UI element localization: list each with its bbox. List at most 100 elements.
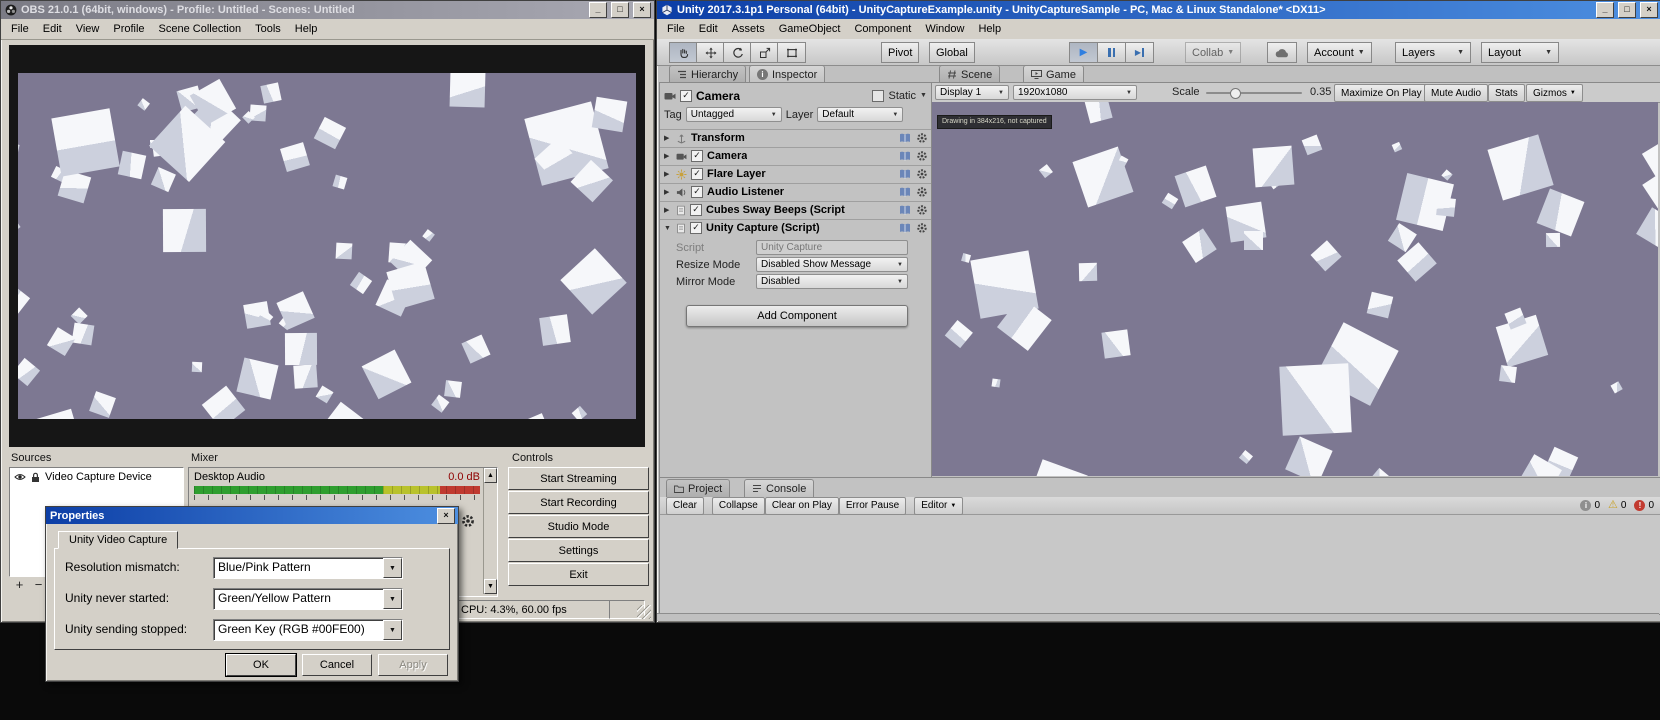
help-book-icon[interactable] xyxy=(899,169,911,179)
warning-count[interactable]: ⚠0 xyxy=(1608,500,1626,511)
start-streaming-button[interactable]: Start Streaming xyxy=(508,467,649,490)
resize-grip[interactable] xyxy=(637,605,651,619)
component-enabled-checkbox[interactable]: ✓ xyxy=(691,150,703,162)
rotate-tool-button[interactable] xyxy=(723,42,752,63)
stats-toggle[interactable]: Stats xyxy=(1488,84,1525,102)
obs-menu-profile[interactable]: Profile xyxy=(106,21,151,37)
obs-menu-view[interactable]: View xyxy=(69,21,107,37)
help-book-icon[interactable] xyxy=(899,187,911,197)
enabled-checkbox[interactable]: ✓ xyxy=(680,90,692,102)
foldout-icon[interactable]: ▶ xyxy=(664,188,672,196)
obs-minimize-button[interactable]: _ xyxy=(589,2,607,18)
component-gear-icon[interactable] xyxy=(916,186,928,198)
error-pause-toggle[interactable]: Error Pause xyxy=(839,497,906,515)
combo-arrow-icon[interactable]: ▼ xyxy=(383,558,402,578)
tab-game[interactable]: Game xyxy=(1023,65,1084,83)
hand-tool-button[interactable] xyxy=(669,42,698,63)
dialog-close-button[interactable]: × xyxy=(437,508,455,524)
cloud-services-button[interactable] xyxy=(1267,42,1297,63)
layers-dropdown[interactable]: Layers▼ xyxy=(1395,42,1471,63)
obs-menu-file[interactable]: File xyxy=(4,21,36,37)
component-enabled-checkbox[interactable]: ✓ xyxy=(691,168,703,180)
clear-on-play-toggle[interactable]: Clear on Play xyxy=(765,497,839,515)
gizmos-dropdown[interactable]: Gizmos▼ xyxy=(1526,84,1583,102)
apply-button[interactable]: Apply xyxy=(378,654,448,676)
component-row-transform[interactable]: ▶ Transform xyxy=(660,129,932,146)
studio-mode-button[interactable]: Studio Mode xyxy=(508,515,649,538)
error-count[interactable]: !0 xyxy=(1634,500,1654,511)
add-source-button[interactable]: + xyxy=(11,577,28,592)
editor-dropdown[interactable]: Editor▼ xyxy=(914,497,963,515)
scroll-up-icon[interactable]: ▲ xyxy=(484,468,497,483)
component-row-unity-capture[interactable]: ▼ ✓ Unity Capture (Script) xyxy=(660,219,932,236)
account-dropdown[interactable]: Account▼ xyxy=(1307,42,1372,63)
component-gear-icon[interactable] xyxy=(916,204,928,216)
component-enabled-checkbox[interactable]: ✓ xyxy=(691,186,703,198)
static-checkbox[interactable] xyxy=(872,90,884,102)
foldout-icon[interactable]: ▶ xyxy=(664,170,672,178)
step-button[interactable]: ▶ xyxy=(1125,42,1154,63)
object-name-field[interactable]: Camera xyxy=(696,89,740,103)
tab-hierarchy[interactable]: Hierarchy xyxy=(669,65,746,83)
unity-menu-assets[interactable]: Assets xyxy=(725,21,772,37)
game-viewport[interactable]: Drawing in 384x216, not captured xyxy=(932,102,1658,476)
scale-slider[interactable] xyxy=(1206,83,1302,102)
unity-menu-gameobject[interactable]: GameObject xyxy=(772,21,848,37)
unity-menu-window[interactable]: Window xyxy=(918,21,971,37)
component-row-audio-listener[interactable]: ▶ ✓ Audio Listener xyxy=(660,183,932,200)
scale-tool-button[interactable] xyxy=(750,42,779,63)
exit-button[interactable]: Exit xyxy=(508,563,649,586)
visibility-eye-icon[interactable] xyxy=(14,472,26,482)
unity-minimize-button[interactable]: _ xyxy=(1596,2,1614,18)
unity-maximize-button[interactable]: □ xyxy=(1618,2,1636,18)
help-book-icon[interactable] xyxy=(899,151,911,161)
component-enabled-checkbox[interactable]: ✓ xyxy=(690,222,702,234)
component-row-cubes-sway-beeps[interactable]: ▶ ✓ Cubes Sway Beeps (Script xyxy=(660,201,932,218)
obs-titlebar[interactable]: OBS 21.0.1 (64bit, windows) - Profile: U… xyxy=(1,1,654,19)
pause-button[interactable] xyxy=(1097,42,1126,63)
info-count[interactable]: i0 xyxy=(1580,500,1600,511)
component-row-camera[interactable]: ▶ ✓ Camera xyxy=(660,147,932,164)
combo-arrow-icon[interactable]: ▼ xyxy=(383,620,402,640)
obs-menu-scene-collection[interactable]: Scene Collection xyxy=(152,21,249,37)
unity-menu-component[interactable]: Component xyxy=(847,21,918,37)
collapse-toggle[interactable]: Collapse xyxy=(712,497,765,515)
component-row-flare-layer[interactable]: ▶ ✓ Flare Layer xyxy=(660,165,932,182)
obs-maximize-button[interactable]: □ xyxy=(611,2,629,18)
help-book-icon[interactable] xyxy=(899,205,911,215)
component-gear-icon[interactable] xyxy=(916,150,928,162)
component-gear-icon[interactable] xyxy=(916,168,928,180)
foldout-icon[interactable]: ▶ xyxy=(664,152,672,160)
rect-tool-button[interactable] xyxy=(777,42,806,63)
component-gear-icon[interactable] xyxy=(916,132,928,144)
scroll-down-icon[interactable]: ▼ xyxy=(484,579,497,594)
script-object-field[interactable]: Unity Capture xyxy=(756,240,908,255)
obs-preview-scene[interactable] xyxy=(18,73,636,419)
pivot-toggle[interactable]: Pivot xyxy=(881,42,919,63)
layer-dropdown[interactable]: Default▼ xyxy=(817,107,903,122)
foldout-open-icon[interactable]: ▼ xyxy=(664,225,672,232)
scale-slider-handle[interactable] xyxy=(1230,88,1241,99)
global-toggle[interactable]: Global xyxy=(929,42,975,63)
start-recording-button[interactable]: Start Recording xyxy=(508,491,649,514)
play-button[interactable]: ▶ xyxy=(1069,42,1098,63)
unity-titlebar[interactable]: Unity 2017.3.1p1 Personal (64bit) - Unit… xyxy=(657,1,1660,19)
foldout-icon[interactable]: ▶ xyxy=(664,206,672,214)
mute-audio-toggle[interactable]: Mute Audio xyxy=(1424,84,1488,102)
move-tool-button[interactable] xyxy=(696,42,725,63)
static-dropdown-arrow[interactable]: ▼ xyxy=(920,92,928,99)
layout-dropdown[interactable]: Layout▼ xyxy=(1481,42,1559,63)
foldout-icon[interactable]: ▶ xyxy=(664,134,672,142)
mixer-gear-icon[interactable] xyxy=(461,514,475,528)
component-enabled-checkbox[interactable]: ✓ xyxy=(690,204,702,216)
obs-menu-edit[interactable]: Edit xyxy=(36,21,69,37)
unity-menu-help[interactable]: Help xyxy=(971,21,1008,37)
resolution-dropdown[interactable]: 1920x1080▼ xyxy=(1013,85,1137,100)
component-gear-icon[interactable] xyxy=(916,222,928,234)
tab-console[interactable]: Console xyxy=(744,479,814,497)
display-dropdown[interactable]: Display 1▼ xyxy=(935,85,1009,100)
tag-dropdown[interactable]: Untagged▼ xyxy=(686,107,782,122)
tab-project[interactable]: Project xyxy=(666,479,730,497)
resize-mode-dropdown[interactable]: Disabled Show Message▼ xyxy=(756,257,908,272)
mixer-scrollbar[interactable]: ▲ ▼ xyxy=(483,468,497,594)
